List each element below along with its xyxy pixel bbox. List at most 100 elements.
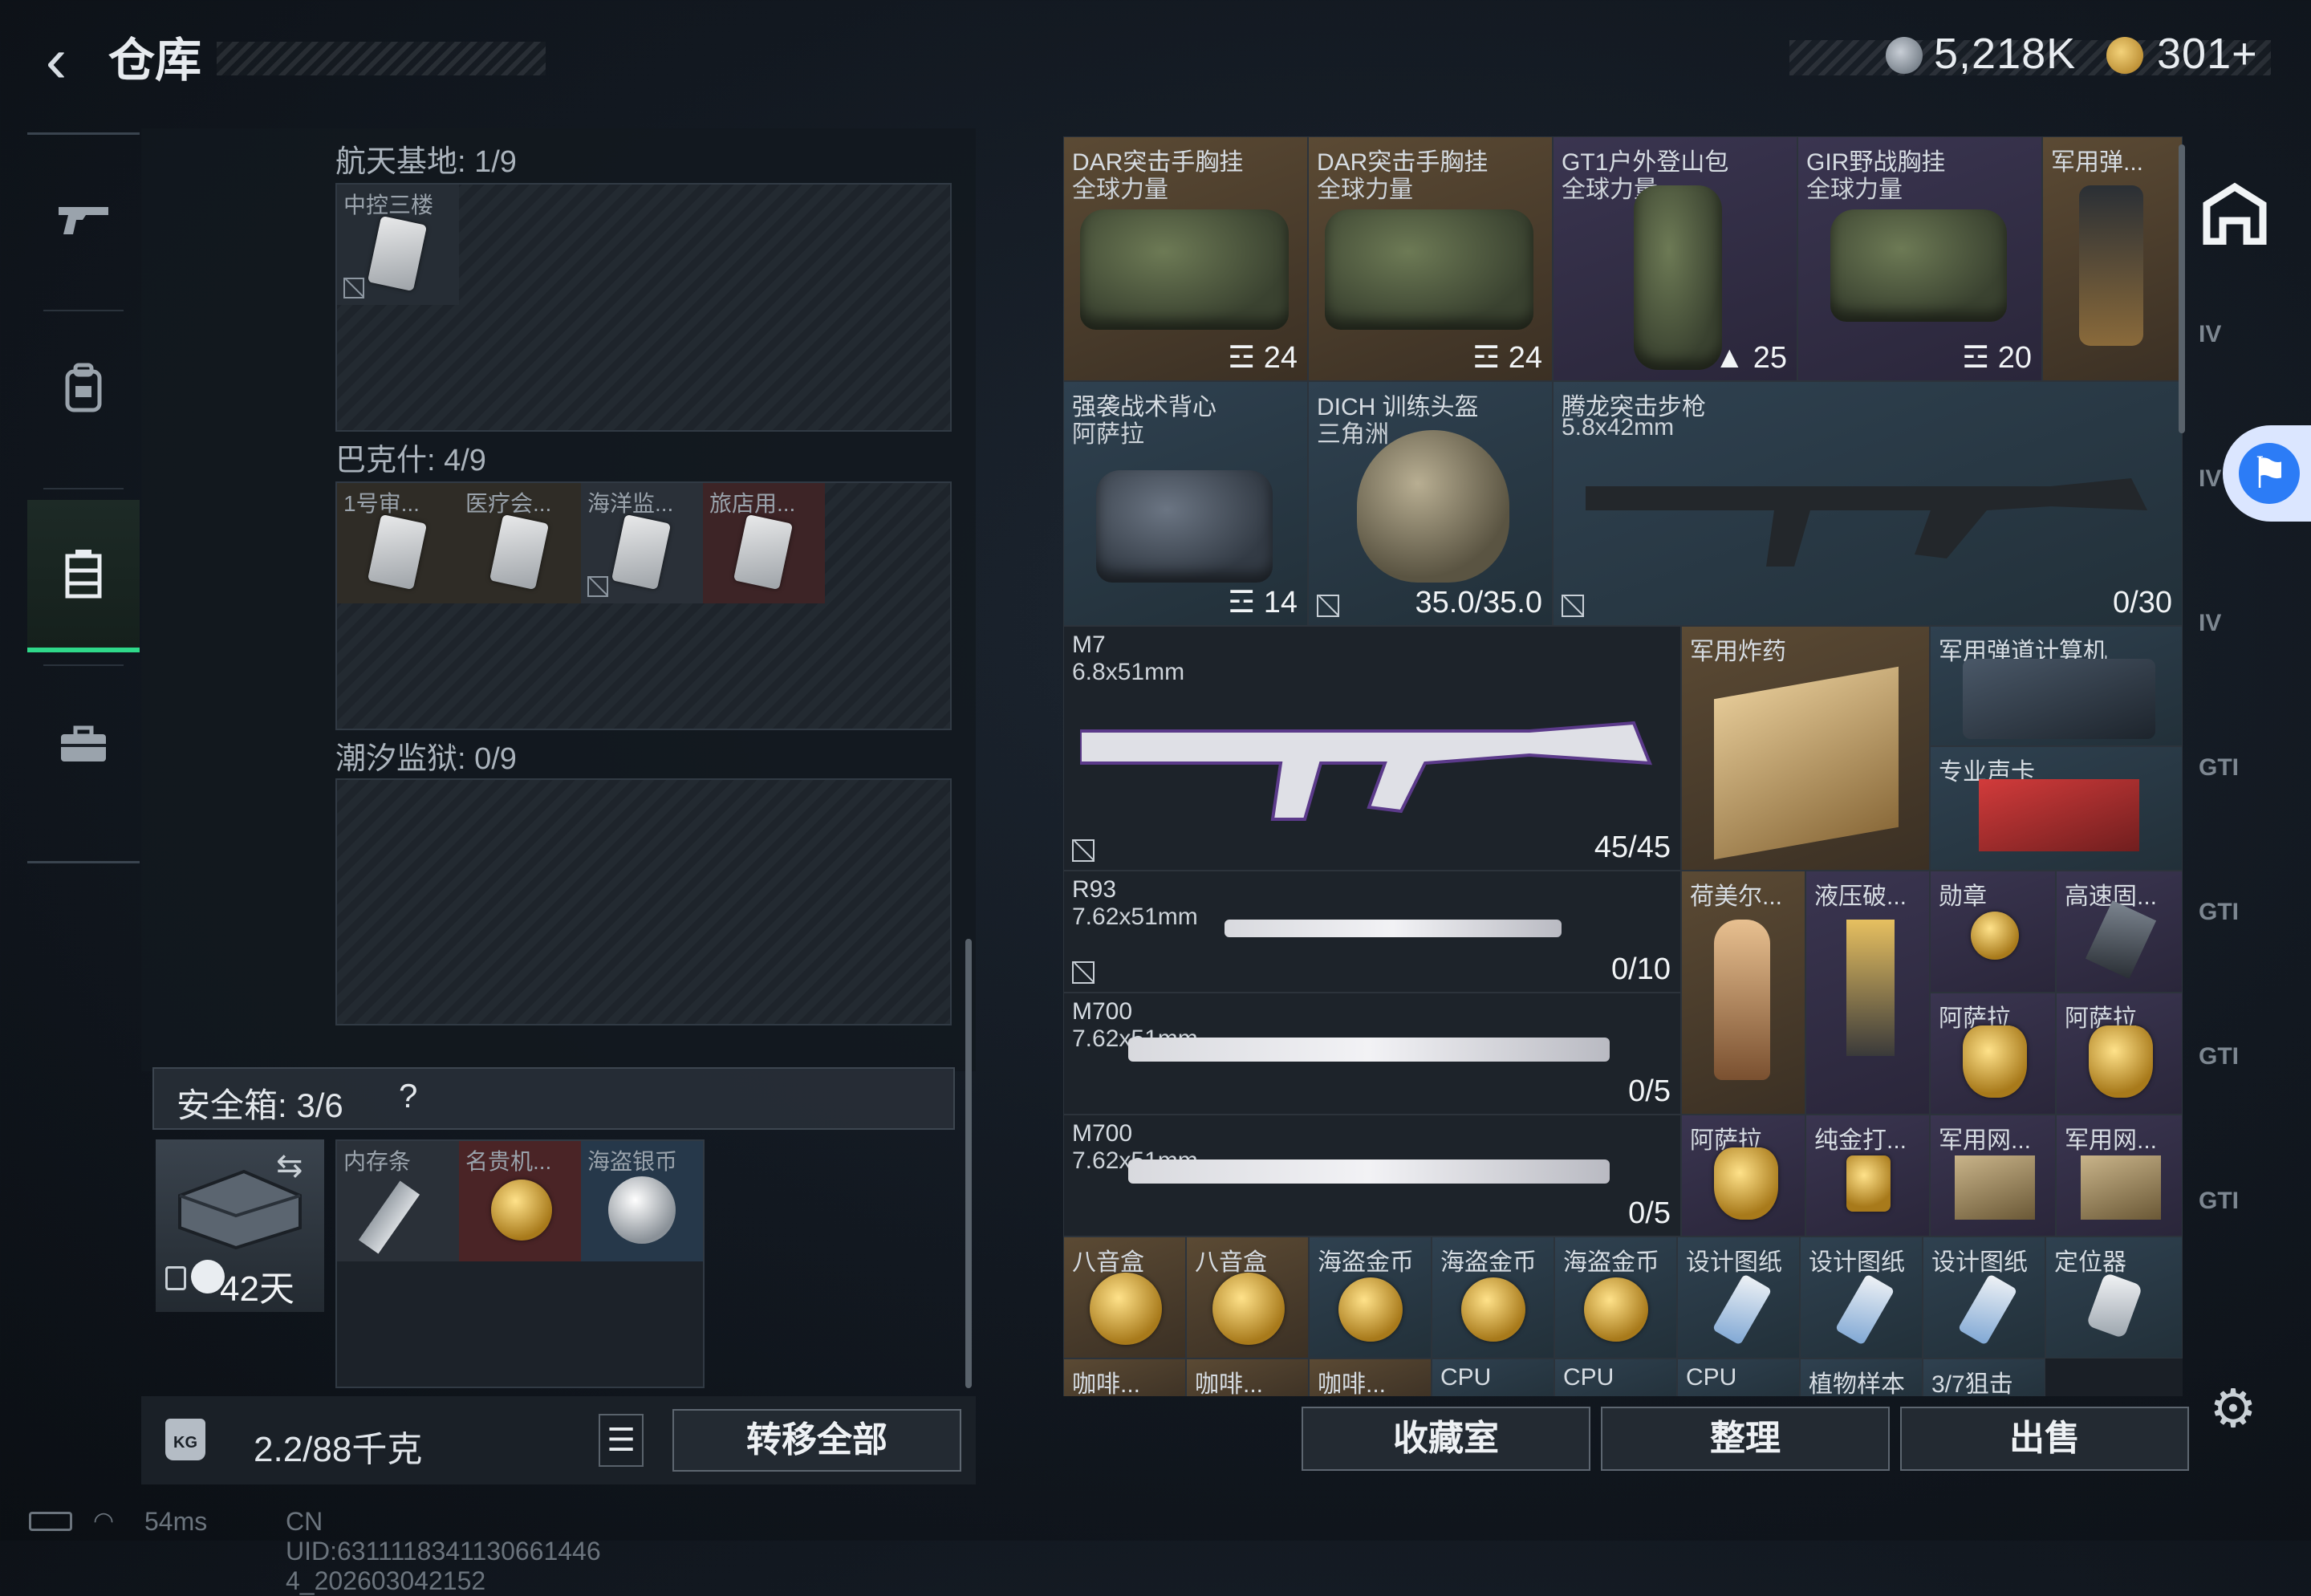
gold-coin-icon [1338,1277,1403,1342]
nav-warehouse[interactable] [27,500,140,652]
list-item[interactable]: 旅店用... [703,483,825,603]
item-cpu-1[interactable]: CPU [1432,1358,1554,1396]
music-box-icon [1212,1273,1285,1345]
section-label: 巴克什: 4/9 [335,444,486,477]
stash-grid-bakesh[interactable]: 1号审... 医疗会... 海洋监... 旅店用... [335,481,952,730]
item-ballistic-computer[interactable]: 军用弹道计算机 [1930,626,2183,746]
item-sound-card[interactable]: 专业声卡 [1930,746,2183,871]
vest-icon [1830,209,2007,322]
sort-button[interactable]: 整理 [1601,1407,1890,1471]
helmet-icon [1357,430,1509,583]
list-item[interactable]: 海盗银币 [581,1141,703,1261]
item-asala-cup-3[interactable]: 阿萨拉 [1681,1115,1805,1237]
item-m700-a[interactable]: M7007.62x51mm 0/5 [1063,993,1681,1115]
item-pirate-coin-2[interactable]: 海盗金币 [1432,1237,1554,1358]
item-music-box-2[interactable]: 八音盒 [1186,1237,1309,1358]
swap-icon[interactable]: ⇆ [276,1147,303,1184]
safe-case[interactable]: ⇆ 42天 [156,1139,324,1312]
inventory-scrollbar[interactable] [2179,144,2185,433]
item-locator[interactable]: 定位器 [2045,1237,2183,1358]
sniper-icon [1225,920,1562,937]
section-label: 潮汐监狱: 0/9 [335,742,517,776]
settings-gear-icon[interactable]: ⚙ [2205,1380,2261,1436]
durability-icon: ☲ [1228,586,1256,619]
item-gt1-backpack[interactable]: GT1户外登山包 全球力量 ▲ 25 [1553,136,1797,381]
title-decoration [217,42,546,75]
list-item[interactable]: 内存条 [337,1141,459,1261]
item-asala-cup-2[interactable]: 阿萨拉 [2056,993,2183,1115]
item-r93-sniper[interactable]: R93 7.62x51mm 0/10 [1063,871,1681,993]
item-dich-helmet[interactable]: DICH 训练头盔 三角洲 35.0/35.0 [1308,381,1553,626]
top-bar: ‹ 仓库 5,218K 301+ [0,0,2311,120]
list-item[interactable]: 医疗会... [459,483,581,603]
back-arrow-icon[interactable]: ‹ [24,24,88,96]
list-view-button[interactable]: ☰ [599,1414,644,1467]
item-tenglong-rifle[interactable]: 腾龙突击步枪 5.8x42mm 0/30 [1553,381,2183,626]
collection-room-button[interactable]: 收藏室 [1302,1407,1590,1471]
item-music-box-1[interactable]: 八音盒 [1063,1237,1186,1358]
item-explosive[interactable]: 军用炸药 [1681,626,1930,871]
item-dar-vest-1[interactable]: DAR突击手胸挂 全球力量 ☲ 24 [1063,136,1308,381]
item-figurine[interactable]: 荷美尔... [1681,871,1805,1115]
transfer-all-button[interactable]: 转移全部 [672,1409,961,1472]
cup-icon [2089,1025,2153,1098]
item-pirate-coin-1[interactable]: 海盗金币 [1309,1237,1432,1358]
item-medal[interactable]: 勋章 [1930,871,2056,993]
item-network-device-1[interactable]: 军用网... [1930,1115,2056,1237]
item-ssd[interactable]: 高速固... [2056,871,2183,993]
blueprint-icon [1712,1273,1773,1346]
case-tab[interactable]: GTI [2199,899,2279,971]
case-tab[interactable]: GTI [2199,1188,2279,1260]
stash-grid-tidal-prison[interactable] [335,778,952,1025]
item-blueprint-3[interactable]: 设计图纸 [1923,1237,2045,1358]
keycard-icon [367,514,428,591]
item-blueprint-2[interactable]: 设计图纸 [1800,1237,1923,1358]
case-tab[interactable]: IV [2199,610,2279,682]
item-military-device[interactable]: 军用弹... [2042,136,2183,381]
gold-currency-value[interactable]: 301+ [2157,29,2258,79]
item-network-device-2[interactable]: 军用网... [2056,1115,2183,1237]
item-plant-sample[interactable]: 植物样本 [1800,1358,1923,1396]
item-coffee-3[interactable]: 咖啡... [1309,1358,1432,1396]
sell-button[interactable]: 出售 [1900,1407,2189,1471]
nav-briefcase[interactable] [27,668,140,821]
case-tab[interactable]: GTI [2199,754,2279,826]
safe-box-title: 安全箱: 3/6 [177,1086,343,1124]
medal-icon [1971,912,2019,960]
no-bring-out-icon [343,278,364,298]
item-cpu-3[interactable]: CPU [1677,1358,1800,1396]
ping-value: 54ms [144,1507,208,1536]
list-item[interactable]: 中控三楼 [337,185,459,305]
item-m7-rifle[interactable]: M7 6.8x51mm 45/45 [1063,626,1681,871]
item-pirate-coin-3[interactable]: 海盗金币 [1554,1237,1677,1358]
item-cpu-2[interactable]: CPU [1554,1358,1677,1396]
item-asala-cup-1[interactable]: 阿萨拉 [1930,993,2056,1115]
case-tab[interactable]: IV [2199,321,2279,393]
left-nav [27,132,140,863]
nav-equipment[interactable] [27,311,140,464]
item-hydraulic-breaker[interactable]: 液压破... [1805,871,1930,1115]
warehouse-tab[interactable] [2199,181,2279,253]
lighter-icon [1846,1155,1891,1212]
list-item[interactable]: 海洋监... [581,483,703,603]
accessibility-button[interactable]: ⚑ [2223,425,2311,522]
stash-scrollbar[interactable] [965,939,972,1388]
item-blueprint-1[interactable]: 设计图纸 [1677,1237,1800,1358]
lock-icon [165,1266,186,1290]
item-dar-vest-2[interactable]: DAR突击手胸挂 全球力量 ☲ 24 [1308,136,1553,381]
list-item[interactable]: 1号审... [337,483,459,603]
item-gold-lighter[interactable]: 纯金打... [1805,1115,1930,1237]
item-coffee-2[interactable]: 咖啡... [1186,1358,1309,1396]
item-coffee-1[interactable]: 咖啡... [1063,1358,1186,1396]
nav-weapons[interactable] [27,143,140,295]
safe-box-grid[interactable]: 内存条 名贵机... 海盗银币 [335,1139,705,1388]
case-tab[interactable]: GTI [2199,1043,2279,1115]
item-assault-vest[interactable]: 强袭战术背心 阿萨拉 ☲ 14 [1063,381,1308,626]
stash-grid-aerospace[interactable]: 中控三楼 [335,183,952,432]
item-sniper-partial[interactable]: 3/7狙击 [1923,1358,2045,1396]
help-icon[interactable]: ? [399,1077,417,1115]
item-gir-vest[interactable]: GIR野战胸挂 全球力量 ☲ 20 [1797,136,2042,381]
item-m700-b[interactable]: M7007.62x51mm 0/5 [1063,1115,1681,1237]
list-item[interactable]: 名贵机... [459,1141,581,1261]
gun-icon [59,207,108,234]
